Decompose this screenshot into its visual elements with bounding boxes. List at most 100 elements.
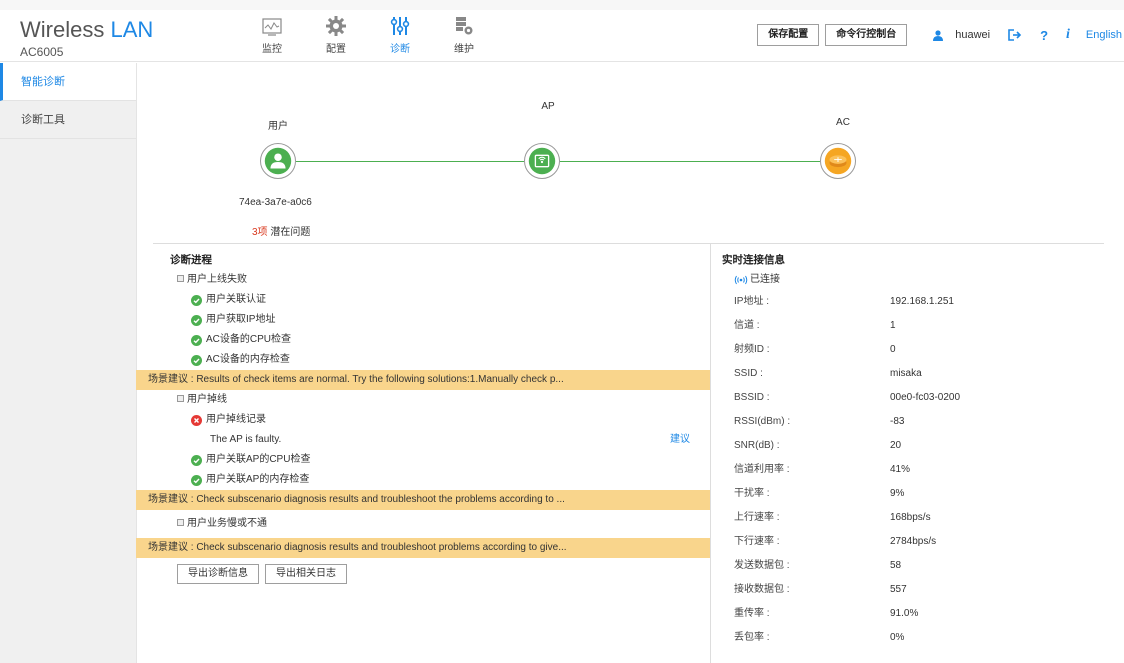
- header: Wireless LAN AC6005 监控 配置 诊断 维护 保存配置 命令行…: [0, 10, 1124, 62]
- realtime-info-title: 实时连接信息: [722, 254, 785, 266]
- realtime-info-panel: 实时连接信息 已连接 IP地址 : 192.168.1.251 信道 : 1 射频ID …: [722, 250, 1102, 650]
- maintenance-icon: [432, 12, 496, 36]
- scenario-suggestion: 场景建议 : Check subscenario diagnosis resul…: [136, 538, 710, 558]
- help-icon[interactable]: ?: [1040, 28, 1048, 43]
- check-circle-icon: [191, 454, 202, 466]
- check-item: AC设备的CPU检查: [153, 330, 710, 350]
- check-item: 用户关联AP的内存检查: [153, 470, 710, 490]
- info-row: 丢包率 : 0%: [722, 626, 1102, 650]
- info-key: 信道利用率 :: [734, 464, 790, 475]
- info-row: 上行速率 : 168bps/s: [722, 506, 1102, 530]
- monitor-icon: [240, 12, 304, 36]
- info-key: 接收数据包 :: [734, 584, 790, 595]
- diagnosis-title: 诊断进程: [170, 254, 212, 266]
- info-value: 557: [890, 584, 907, 595]
- check-circle-icon: [191, 354, 202, 366]
- check-detail: The AP is faulty. 建议: [153, 430, 710, 450]
- app-title: Wireless LAN: [20, 17, 154, 42]
- info-key: 干扰率 :: [734, 488, 770, 499]
- info-row: 干扰率 : 9%: [722, 482, 1102, 506]
- nav-monitor[interactable]: 监控: [240, 12, 304, 55]
- info-row: 重传率 : 91.0%: [722, 602, 1102, 626]
- main-nav: 监控 配置 诊断 维护: [240, 12, 496, 55]
- save-config-button[interactable]: 保存配置: [757, 24, 820, 46]
- language-switch[interactable]: English: [1086, 29, 1122, 41]
- info-key: 丢包率 :: [734, 632, 770, 643]
- wifi-icon: [734, 275, 748, 285]
- suggestion-link[interactable]: 建议: [670, 430, 690, 450]
- diagnosis-panel: 诊断进程 用户上线失败 用户关联认证 用户获取IP地址 AC设备的CPU检查 A…: [136, 250, 710, 584]
- group-toggle[interactable]: 用户上线失败: [153, 270, 710, 290]
- collapse-icon: [177, 395, 184, 402]
- sidebar-item-diagnosis-tools[interactable]: 诊断工具: [0, 101, 136, 139]
- info-row: BSSID : 00e0-fc03-0200: [722, 386, 1102, 410]
- export-diagnosis-button[interactable]: 导出诊断信息: [177, 564, 259, 584]
- nav-config[interactable]: 配置: [304, 12, 368, 55]
- info-value: 192.168.1.251: [890, 296, 954, 307]
- info-row: RSSI(dBm) : -83: [722, 410, 1102, 434]
- info-key: 射频ID :: [734, 344, 770, 355]
- ap-node-label: AP: [541, 101, 555, 112]
- info-value: 58: [890, 560, 902, 571]
- username: huawei: [955, 29, 991, 41]
- check-circle-icon: [191, 294, 202, 306]
- info-value: 168bps/s: [890, 512, 931, 523]
- info-value: 00e0-fc03-0200: [890, 392, 961, 403]
- info-value: 0%: [890, 632, 905, 643]
- cli-console-button[interactable]: 命令行控制台: [825, 24, 908, 46]
- diagnose-icon: [368, 12, 432, 36]
- user-menu[interactable]: huawei: [933, 29, 990, 41]
- info-list: IP地址 : 192.168.1.251 信道 : 1 射频ID : 0 SSID : mis…: [722, 290, 1102, 650]
- info-key: 信道 :: [734, 320, 760, 331]
- info-key: RSSI(dBm) :: [734, 416, 791, 427]
- export-actions: 导出诊断信息 导出相关日志: [153, 564, 710, 584]
- user-node[interactable]: [260, 143, 296, 179]
- check-item: 用户关联AP的CPU检查: [153, 450, 710, 470]
- info-row: 信道 : 1: [722, 314, 1102, 338]
- section-divider: [153, 243, 1104, 244]
- info-value: 91.0%: [890, 608, 919, 619]
- info-value: 20: [890, 440, 902, 451]
- info-row: 下行速率 : 2784bps/s: [722, 530, 1102, 554]
- info-value: 9%: [890, 488, 905, 499]
- ap-node[interactable]: [524, 143, 560, 179]
- scenario-suggestion: 场景建议 : Results of check items are normal…: [136, 370, 710, 390]
- logo: Wireless LAN AC6005: [20, 17, 154, 60]
- nav-maintenance[interactable]: 维护: [432, 12, 496, 55]
- info-key: 下行速率 :: [734, 536, 780, 547]
- check-circle-icon: [191, 474, 202, 486]
- scenario-suggestion: 场景建议 : Check subscenario diagnosis resul…: [136, 490, 710, 510]
- connection-status: 已连接: [722, 270, 1102, 290]
- link-user-ap: [296, 161, 524, 162]
- collapse-icon: [177, 275, 184, 282]
- info-key: SSID :: [734, 368, 763, 379]
- logout-icon[interactable]: [1008, 29, 1022, 41]
- info-key: SNR(dB) :: [734, 440, 780, 451]
- link-ap-ac: [560, 161, 820, 162]
- info-icon[interactable]: i: [1066, 27, 1070, 43]
- export-log-button[interactable]: 导出相关日志: [265, 564, 347, 584]
- check-circle-icon: [191, 334, 202, 346]
- panel-divider: [710, 244, 711, 663]
- user-icon: [933, 29, 944, 41]
- ac-node-label: AC: [836, 117, 850, 128]
- info-value: 2784bps/s: [890, 536, 937, 547]
- info-value: 0: [890, 344, 896, 355]
- expand-icon: [177, 519, 184, 526]
- check-item: 用户关联认证: [153, 290, 710, 310]
- info-row: 发送数据包 : 58: [722, 554, 1102, 578]
- info-row: 射频ID : 0: [722, 338, 1102, 362]
- potential-issues[interactable]: 3项 潜在问题: [252, 223, 310, 238]
- info-row: 信道利用率 : 41%: [722, 458, 1102, 482]
- group-toggle[interactable]: 用户掉线: [153, 390, 710, 410]
- info-value: misaka: [890, 368, 922, 379]
- ac-node[interactable]: [820, 143, 856, 179]
- nav-diagnose[interactable]: 诊断: [368, 12, 432, 55]
- group-toggle[interactable]: 用户业务慢或不通: [153, 514, 710, 534]
- user-node-label: 用户: [268, 121, 288, 132]
- sidebar-item-smart-diagnosis[interactable]: 智能诊断: [0, 63, 136, 101]
- sidebar: 智能诊断 诊断工具: [0, 63, 137, 663]
- check-item: AC设备的内存检查: [153, 350, 710, 370]
- check-item: 用户获取IP地址: [153, 310, 710, 330]
- info-value: 41%: [890, 464, 911, 475]
